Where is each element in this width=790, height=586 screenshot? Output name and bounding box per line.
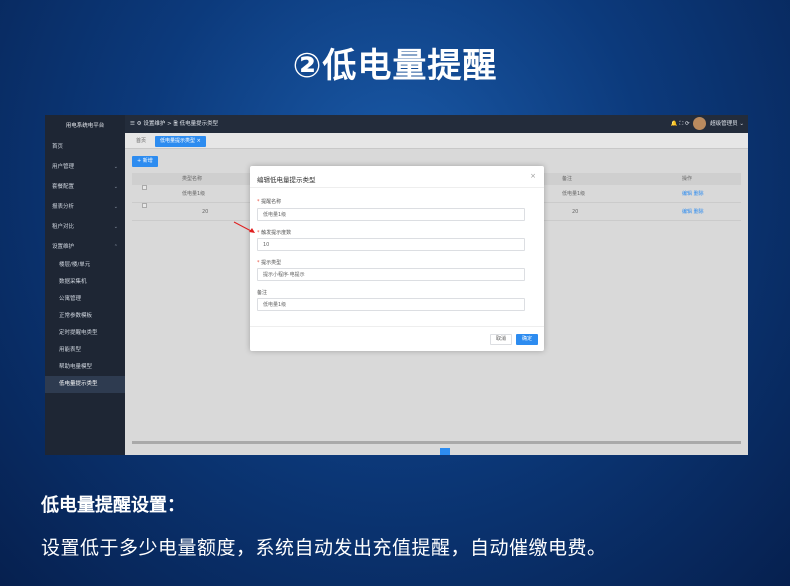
sidebar-subitem-help-model[interactable]: 帮助电量模型 (45, 359, 125, 376)
threshold-input[interactable]: 10 (257, 238, 525, 251)
section-description: 设置低于多少电量额度，系统自动发出充值提醒，自动催缴电费。 (41, 537, 607, 559)
header-actions: 操作 (682, 176, 693, 182)
divider (250, 326, 544, 327)
row-checkbox[interactable] (142, 185, 147, 190)
topbar-right: 🔔 ⛶ ⟳ 超级管理员 ⌄ (671, 115, 744, 133)
sidebar-item-users[interactable]: 用户管理 ⌄ (45, 157, 125, 177)
app-screenshot: 用电系统电平台 首页 用户管理 ⌄ 套餐配置 ⌄ 报表分析 ⌄ 租户对比 ⌄ 设置维护 ⌃… (45, 115, 748, 455)
sidebar-subitem-apartments[interactable]: 公寓管理 (45, 291, 125, 308)
add-button[interactable]: + 新增 (132, 156, 158, 167)
header-remark: 备注 (562, 176, 573, 182)
chevron-down-icon: ⌄ (113, 164, 118, 170)
row-actions[interactable]: 编辑 删除 (682, 203, 704, 221)
field-label-remark: 备注 (257, 290, 268, 296)
sidebar-item-settings[interactable]: 设置维护 ⌃ (45, 237, 125, 257)
row-checkbox[interactable] (142, 203, 147, 208)
topbar-icons[interactable]: 🔔 ⛶ ⟳ (671, 121, 690, 127)
chevron-up-icon: ⌃ (113, 244, 118, 250)
chevron-down-icon: ⌄ (113, 204, 118, 210)
tab-home[interactable]: 首页 (131, 136, 151, 147)
divider (250, 187, 544, 188)
row-actions[interactable]: 编辑 删除 (682, 185, 704, 203)
remark-input[interactable]: 低电量1级 (257, 298, 525, 311)
edit-modal: 编辑低电量提示类型 × * 提醒名称 低电量1级 * 触发提示度数 10 * 提… (250, 166, 544, 351)
field-label-threshold: * 触发提示度数 (257, 230, 292, 236)
breadcrumb: ☰ ⚙ 设置维护 > 🖹 低电量提示类型 (130, 121, 219, 127)
cell-remark: 20 (572, 209, 579, 215)
sidebar-subitem-low-power-type[interactable]: 低电量提示类型 (45, 376, 125, 393)
chevron-down-icon: ⌄ (113, 184, 118, 190)
headline: ②低电量提醒 (292, 46, 498, 86)
sidebar-item-plans[interactable]: 套餐配置 ⌄ (45, 177, 125, 197)
tab-low-power-type[interactable]: 低电量提示类型 × (155, 136, 206, 147)
section-subtitle: 低电量提醒设置： (41, 495, 185, 516)
sidebar-item-home[interactable]: 首页 (45, 137, 125, 157)
field-label-type: * 提示类型 (257, 260, 282, 266)
sidebar-brand: 用电系统电平台 (65, 123, 105, 129)
sidebar-item-reports[interactable]: 报表分析 ⌄ (45, 197, 125, 217)
ok-button[interactable]: 确定 (516, 334, 539, 345)
chevron-down-icon: ⌄ (113, 224, 118, 230)
name-input[interactable]: 低电量1级 (257, 208, 525, 221)
cell-remark: 低电量1级 (562, 191, 586, 197)
field-label-name: * 提醒名称 (257, 199, 282, 205)
cancel-button[interactable]: 取消 (490, 334, 513, 345)
user-menu[interactable]: 超级管理员 ⌄ (710, 121, 744, 127)
modal-title: 编辑低电量提示类型 (257, 176, 316, 184)
sidebar: 用电系统电平台 首页 用户管理 ⌄ 套餐配置 ⌄ 报表分析 ⌄ 租户对比 ⌄ 设置维护 ⌃… (45, 115, 125, 455)
tab-bar: 首页 低电量提示类型 × (125, 133, 748, 149)
sidebar-subitem-param-template[interactable]: 正常参数模板 (45, 308, 125, 325)
cell-name: 20 (202, 209, 209, 215)
avatar[interactable] (693, 117, 707, 130)
sidebar-item-compare[interactable]: 租户对比 ⌄ (45, 217, 125, 237)
arrow-pointer-icon (233, 221, 255, 233)
close-icon[interactable]: × (530, 172, 536, 180)
sidebar-subitem-timed-reminder[interactable]: 定时提醒电类型 (45, 325, 125, 342)
topbar: ☰ ⚙ 设置维护 > 🖹 低电量提示类型 🔔 ⛶ ⟳ 超级管理员 ⌄ (125, 115, 748, 133)
type-select[interactable]: 提示小程序·电提示 (257, 268, 525, 281)
sidebar-subitem-collectors[interactable]: 数据采集机 (45, 274, 125, 291)
sidebar-subitem-floors[interactable]: 楼层/楼/单元 (45, 257, 125, 274)
cell-name: 低电量1级 (182, 191, 206, 197)
sidebar-subitem-meter-type[interactable]: 用能表型 (45, 342, 125, 359)
header-name: 类型名称 (182, 176, 203, 182)
horizontal-scrollbar[interactable] (132, 441, 741, 444)
pagination-current[interactable] (440, 448, 450, 455)
